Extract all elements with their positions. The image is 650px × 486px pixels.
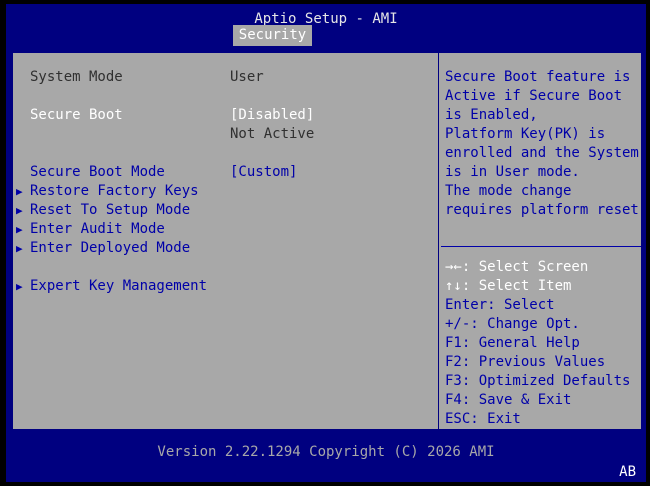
secure-boot-status: Not Active <box>230 126 315 142</box>
version-footer: Version 2.22.1294 Copyright (C) 2026 AMI <box>157 444 495 460</box>
help-line: enrolled and the System <box>445 145 639 161</box>
secure-boot-label[interactable]: Secure Boot <box>30 106 123 125</box>
app-title: Aptio Setup - AMI <box>254 11 398 27</box>
key-hint: →←: Select Screen <box>445 259 589 275</box>
key-hint: F3: Optimized Defaults <box>445 373 631 389</box>
main-panel: System Mode User Secure Boot [Disabled] … <box>12 52 642 430</box>
tab-security[interactable]: Security <box>233 25 312 46</box>
triangle-right-icon: ▶ <box>16 204 23 217</box>
help-line: requires platform reset <box>445 202 639 218</box>
triangle-right-icon: ▶ <box>16 223 23 236</box>
help-line: is Enabled, <box>445 107 538 123</box>
bios-window: Aptio Setup - AMI Security System Mode U… <box>6 4 646 482</box>
key-hint: +/-: Change Opt. <box>445 316 580 332</box>
help-line: The mode change <box>445 183 572 199</box>
help-line: Platform Key(PK) is <box>445 126 606 142</box>
secure-boot-value[interactable]: [Disabled] <box>230 106 314 125</box>
help-separator <box>441 246 641 247</box>
key-hint: ↑↓: Select Item <box>445 278 572 294</box>
key-hint: F4: Save & Exit <box>445 392 572 408</box>
key-hint: ESC: Exit <box>445 411 521 427</box>
key-hint: Enter: Select <box>445 297 555 313</box>
help-line: is in User mode. <box>445 164 580 180</box>
menu-expert-key-management[interactable]: Expert Key Management <box>30 277 207 296</box>
corner-badge: AB <box>619 464 636 480</box>
menu-restore-factory-keys[interactable]: Restore Factory Keys <box>30 182 199 201</box>
menu-reset-to-setup-mode[interactable]: Reset To Setup Mode <box>30 201 190 220</box>
triangle-right-icon: ▶ <box>16 242 23 255</box>
help-line: Secure Boot feature is <box>445 69 631 85</box>
menu-enter-audit-mode[interactable]: Enter Audit Mode <box>30 220 165 239</box>
panel-divider <box>438 53 439 429</box>
system-mode-label: System Mode <box>30 69 123 85</box>
secure-boot-mode-value[interactable]: [Custom] <box>230 163 297 182</box>
triangle-right-icon: ▶ <box>16 185 23 198</box>
help-line: Active if Secure Boot <box>445 88 623 104</box>
system-mode-value: User <box>230 69 264 85</box>
secure-boot-mode-label[interactable]: Secure Boot Mode <box>30 163 165 182</box>
menu-enter-deployed-mode[interactable]: Enter Deployed Mode <box>30 239 190 258</box>
triangle-right-icon: ▶ <box>16 280 23 293</box>
key-hint: F2: Previous Values <box>445 354 606 370</box>
key-hint: F1: General Help <box>445 335 580 351</box>
tab-security-label: Security <box>238 27 307 43</box>
